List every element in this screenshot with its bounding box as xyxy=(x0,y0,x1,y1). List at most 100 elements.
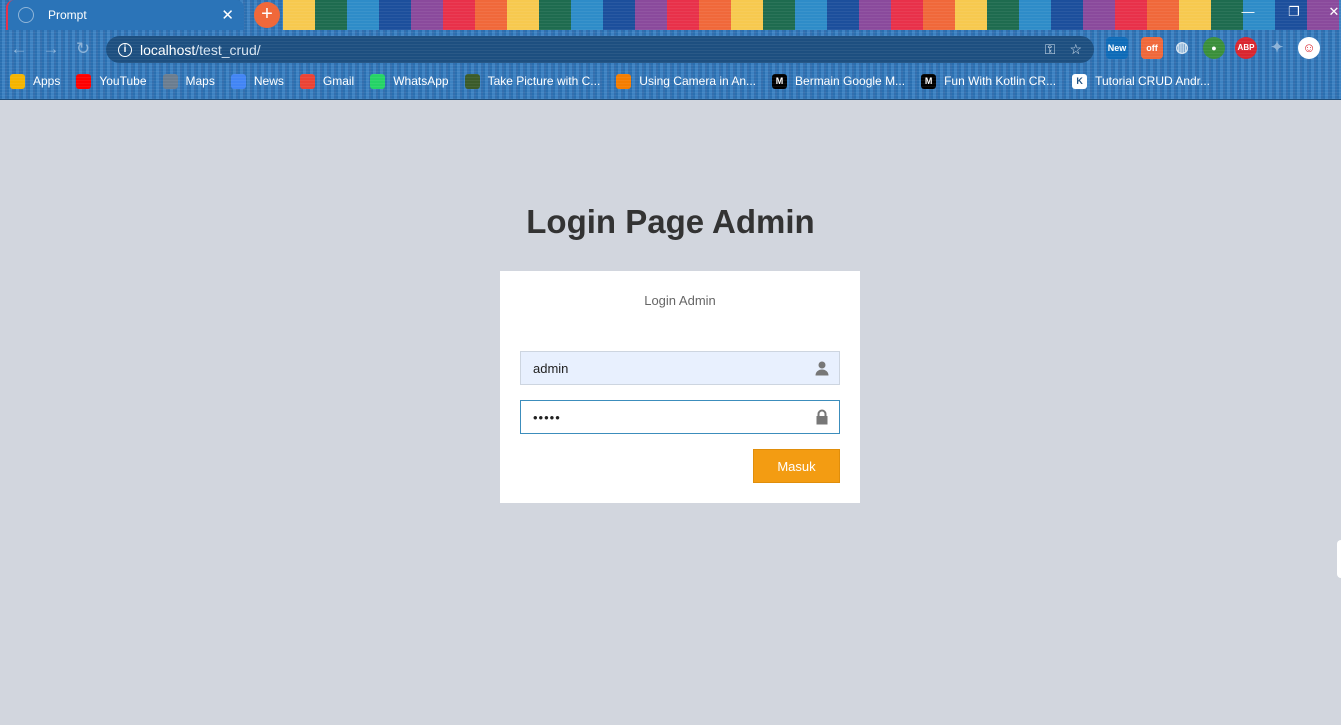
bookmark-label: Using Camera in An... xyxy=(639,74,757,88)
new-extension-label: New xyxy=(1107,43,1127,53)
theme-stripe xyxy=(827,0,859,30)
theme-stripe xyxy=(795,0,827,30)
bookmark-label: Maps xyxy=(185,74,215,88)
adblock-icon[interactable]: ABP xyxy=(1235,37,1257,59)
close-window-button[interactable]: ✕ xyxy=(1318,0,1341,26)
theme-stripe xyxy=(699,0,731,30)
theme-stripe xyxy=(315,0,347,30)
key-icon[interactable]: ⚿ xyxy=(1045,41,1056,58)
bookmark-item[interactable]: K Tutorial CRUD Andr... xyxy=(1072,73,1211,89)
bookmark-item[interactable]: Using Camera in An... xyxy=(616,73,757,89)
bookmark-item[interactable]: Take Picture with C... xyxy=(464,73,601,89)
url-host: localhost xyxy=(140,41,196,58)
blogger-icon xyxy=(616,73,632,89)
google-news-icon xyxy=(230,73,246,89)
login-submit-button[interactable]: Masuk xyxy=(753,449,840,483)
bookmark-item[interactable]: WhatsApp xyxy=(370,73,449,89)
page-title: Login Page Admin xyxy=(526,203,815,240)
bookmark-label: Take Picture with C... xyxy=(487,74,601,88)
theme-stripes xyxy=(283,0,1341,30)
tab-title: Prompt xyxy=(48,8,87,22)
apps-grid-icon xyxy=(10,73,25,89)
medium-icon: M xyxy=(921,73,937,89)
adblock-label: ABP xyxy=(1237,43,1255,52)
bookmark-item[interactable]: Apps xyxy=(10,73,61,89)
new-extension-icon[interactable]: New xyxy=(1106,37,1128,59)
theme-stripe xyxy=(1051,0,1083,30)
url-path: /test_crud/ xyxy=(195,41,261,58)
bookmark-label: Fun With Kotlin CR... xyxy=(944,74,1057,88)
theme-stripe xyxy=(379,0,411,30)
maps-icon xyxy=(162,73,178,89)
theme-stripe xyxy=(1083,0,1115,30)
whatsapp-icon xyxy=(370,73,386,89)
username-input[interactable] xyxy=(520,351,840,385)
login-box-title: Login Admin xyxy=(644,293,716,308)
minimize-button[interactable]: — xyxy=(1232,0,1264,26)
youtube-icon xyxy=(76,73,92,89)
globe-icon xyxy=(18,7,34,23)
kotlin-icon: K xyxy=(1072,73,1088,89)
bookmarks-bar: Apps YouTube Maps News Gmail WhatsApp Take Pic… xyxy=(0,70,1341,92)
bookmark-label: Apps xyxy=(33,74,61,88)
password-input[interactable] xyxy=(520,400,840,434)
theme-stripe xyxy=(731,0,763,30)
theme-stripe xyxy=(1147,0,1179,30)
bookmark-item[interactable]: YouTube xyxy=(76,73,147,89)
info-icon[interactable]: i xyxy=(118,42,132,57)
theme-stripe xyxy=(1019,0,1051,30)
browser-chrome: Prompt ✕ + — ❐ ✕ ← → ↻ i localhost/test_… xyxy=(0,0,1341,100)
address-bar[interactable]: i localhost/test_crud/ ⚿ ☆ xyxy=(106,36,1094,63)
bookmark-item[interactable]: Gmail xyxy=(299,73,355,89)
off-extension-icon[interactable]: off xyxy=(1141,37,1163,59)
lock-icon xyxy=(816,409,828,425)
bookmark-label: Gmail xyxy=(322,74,355,88)
side-panel-handle[interactable] xyxy=(1337,540,1341,578)
url-text[interactable]: localhost/test_crud/ xyxy=(140,42,1031,58)
theme-stripe xyxy=(923,0,955,30)
theme-stripe xyxy=(507,0,539,30)
password-field-group xyxy=(520,400,840,434)
back-icon[interactable]: ← xyxy=(8,38,30,60)
theme-stripe xyxy=(347,0,379,30)
theme-stripe xyxy=(1179,0,1211,30)
theme-stripe xyxy=(955,0,987,30)
close-tab-icon[interactable]: ✕ xyxy=(221,6,234,24)
bookmark-item[interactable]: M Bermain Google M... xyxy=(772,73,906,89)
theme-stripe xyxy=(891,0,923,30)
medium-icon: M xyxy=(772,73,788,89)
theme-stripe xyxy=(411,0,443,30)
theme-stripe xyxy=(1115,0,1147,30)
theme-stripe xyxy=(603,0,635,30)
theme-stripe xyxy=(571,0,603,30)
reload-icon[interactable]: ↻ xyxy=(72,38,94,60)
theme-stripe xyxy=(475,0,507,30)
bookmark-item[interactable]: News xyxy=(230,73,284,89)
forward-icon[interactable]: → xyxy=(40,38,62,60)
user-icon xyxy=(815,361,829,376)
bookmark-label: Tutorial CRUD Andr... xyxy=(1095,74,1211,88)
bookmark-label: Bermain Google M... xyxy=(795,74,906,88)
theme-stripe xyxy=(635,0,667,30)
bookmark-label: YouTube xyxy=(99,74,147,88)
new-tab-button[interactable]: + xyxy=(254,2,280,28)
android-extension-icon[interactable]: ● xyxy=(1203,37,1225,59)
avatar[interactable]: ☺ xyxy=(1298,37,1320,59)
globe-extension-icon[interactable]: ◍ xyxy=(1171,37,1193,59)
restore-button[interactable]: ❐ xyxy=(1278,0,1310,26)
browser-tab[interactable]: Prompt ✕ xyxy=(6,0,244,30)
theme-stripe xyxy=(539,0,571,30)
bookmark-item[interactable]: M Fun With Kotlin CR... xyxy=(921,73,1057,89)
theme-stripe xyxy=(443,0,475,30)
theme-stripe xyxy=(667,0,699,30)
android-icon xyxy=(464,73,480,89)
theme-stripe xyxy=(859,0,891,30)
toolbar: ← → ↻ i localhost/test_crud/ ⚿ ☆ New off… xyxy=(0,32,1341,66)
theme-stripe xyxy=(283,0,315,30)
star-icon[interactable]: ☆ xyxy=(1069,41,1082,58)
bookmark-item[interactable]: Maps xyxy=(162,73,215,89)
bookmark-label: WhatsApp xyxy=(393,74,449,88)
puzzle-icon[interactable]: ✦ xyxy=(1266,37,1288,59)
gmail-icon xyxy=(299,73,315,89)
bookmark-label: News xyxy=(253,74,284,88)
